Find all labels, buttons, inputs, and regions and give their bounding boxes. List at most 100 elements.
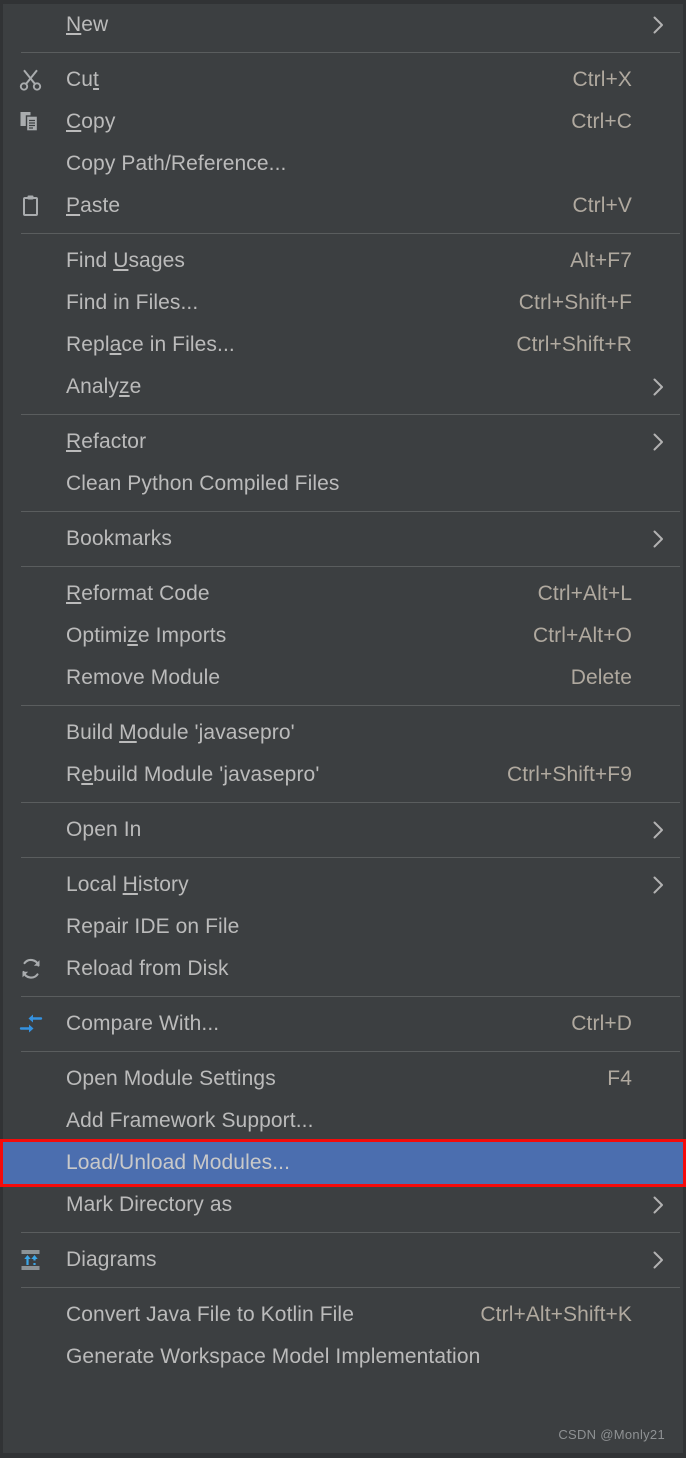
menu-item-clean-python-compiled-files[interactable]: Clean Python Compiled Files bbox=[3, 463, 683, 505]
menu-item-label: Remove Module bbox=[66, 666, 221, 689]
menu-item-open-module-settings[interactable]: Open Module Settings F4 bbox=[3, 1058, 683, 1100]
menu-item-refactor[interactable]: Refactor bbox=[3, 421, 683, 463]
icon-placeholder bbox=[18, 906, 66, 948]
reload-icon bbox=[18, 948, 66, 990]
menu-separator bbox=[21, 52, 680, 53]
icon-placeholder bbox=[18, 240, 66, 282]
menu-separator bbox=[21, 705, 680, 706]
menu-item-copy[interactable]: Copy Ctrl+C bbox=[3, 101, 683, 143]
menu-item-convert-java-file-to-kotlin-file[interactable]: Convert Java File to Kotlin File Ctrl+Alt… bbox=[3, 1294, 683, 1336]
diagrams-icon bbox=[18, 1239, 66, 1281]
icon-placeholder bbox=[18, 615, 66, 657]
menu-separator bbox=[21, 802, 680, 803]
icon-placeholder bbox=[18, 4, 66, 46]
menu-item-find-usages[interactable]: Find Usages Alt+F7 bbox=[3, 240, 683, 282]
chevron-placeholder bbox=[650, 67, 666, 93]
chevron-placeholder bbox=[650, 1066, 666, 1092]
menu-item-copy-path-reference[interactable]: Copy Path/Reference... bbox=[3, 143, 683, 185]
menu-item-generate-workspace-model-implementation[interactable]: Generate Workspace Model Implementation bbox=[3, 1336, 683, 1378]
menu-item-compare-with[interactable]: Compare With... Ctrl+D bbox=[3, 1003, 683, 1045]
chevron-right-icon bbox=[650, 374, 666, 400]
menu-item-open-in[interactable]: Open In bbox=[3, 809, 683, 851]
menu-item-mark-directory-as[interactable]: Mark Directory as bbox=[3, 1184, 683, 1226]
chevron-right-icon bbox=[650, 429, 666, 455]
menu-item-label: Find Usages bbox=[66, 249, 185, 272]
chevron-placeholder bbox=[650, 956, 666, 982]
menu-item-shortcut: Ctrl+Shift+F bbox=[518, 291, 632, 314]
menu-item-label: Reformat Code bbox=[66, 582, 210, 605]
scissors-icon bbox=[18, 59, 66, 101]
menu-item-remove-module[interactable]: Remove Module Delete bbox=[3, 657, 683, 699]
menu-item-label: Compare With... bbox=[66, 1012, 220, 1035]
menu-item-paste[interactable]: Paste Ctrl+V bbox=[3, 185, 683, 227]
menu-item-label: Build Module 'javasepro' bbox=[66, 721, 295, 744]
menu-separator bbox=[21, 233, 680, 234]
chevron-placeholder bbox=[650, 623, 666, 649]
menu-item-shortcut: Ctrl+C bbox=[571, 110, 632, 133]
icon-placeholder bbox=[18, 421, 66, 463]
chevron-placeholder bbox=[650, 193, 666, 219]
menu-item-label: Clean Python Compiled Files bbox=[66, 472, 340, 495]
icon-placeholder bbox=[18, 463, 66, 505]
chevron-placeholder bbox=[650, 914, 666, 940]
menu-item-diagrams[interactable]: Diagrams bbox=[3, 1239, 683, 1281]
menu-item-optimize-imports[interactable]: Optimize Imports Ctrl+Alt+O bbox=[3, 615, 683, 657]
menu-item-reformat-code[interactable]: Reformat Code Ctrl+Alt+L bbox=[3, 573, 683, 615]
menu-item-shortcut: Ctrl+Shift+F9 bbox=[506, 763, 632, 786]
menu-item-label: Copy bbox=[66, 110, 116, 133]
icon-placeholder bbox=[18, 809, 66, 851]
menu-item-label: Refactor bbox=[66, 430, 147, 453]
menu-item-shortcut: Delete bbox=[570, 666, 632, 689]
menu-separator bbox=[21, 414, 680, 415]
chevron-placeholder bbox=[650, 109, 666, 135]
chevron-placeholder bbox=[650, 151, 666, 177]
menu-item-local-history[interactable]: Local History bbox=[3, 864, 683, 906]
menu-item-find-in-files[interactable]: Find in Files... Ctrl+Shift+F bbox=[3, 282, 683, 324]
menu-item-load-unload-modules[interactable]: Load/Unload Modules... bbox=[0, 1139, 686, 1187]
chevron-placeholder bbox=[650, 581, 666, 607]
icon-placeholder bbox=[18, 1336, 66, 1378]
menu-item-shortcut: Ctrl+Alt+Shift+K bbox=[480, 1303, 632, 1326]
menu-item-label: Mark Directory as bbox=[66, 1193, 233, 1216]
chevron-right-icon bbox=[650, 526, 666, 552]
menu-item-new[interactable]: New bbox=[3, 4, 683, 46]
menu-item-analyze[interactable]: Analyze bbox=[3, 366, 683, 408]
chevron-placeholder bbox=[650, 762, 666, 788]
menu-item-label: Replace in Files... bbox=[66, 333, 235, 356]
chevron-placeholder bbox=[650, 665, 666, 691]
menu-item-label: Reload from Disk bbox=[66, 957, 229, 980]
menu-item-label: Load/Unload Modules... bbox=[66, 1151, 291, 1174]
icon-placeholder bbox=[18, 712, 66, 754]
menu-item-label: Copy Path/Reference... bbox=[66, 152, 287, 175]
context-menu: New Cut Ctrl+X Copy Ctrl+C Copy Path/Referenc… bbox=[0, 0, 686, 1458]
icon-placeholder bbox=[18, 573, 66, 615]
menu-item-cut[interactable]: Cut Ctrl+X bbox=[3, 59, 683, 101]
menu-item-label: Optimize Imports bbox=[66, 624, 227, 647]
menu-item-label: Open Module Settings bbox=[66, 1067, 276, 1090]
icon-placeholder bbox=[18, 366, 66, 408]
chevron-placeholder bbox=[650, 1150, 666, 1176]
chevron-placeholder bbox=[650, 1011, 666, 1037]
menu-item-bookmarks[interactable]: Bookmarks bbox=[3, 518, 683, 560]
menu-separator bbox=[21, 566, 680, 567]
chevron-right-icon bbox=[650, 1192, 666, 1218]
icon-placeholder bbox=[18, 864, 66, 906]
menu-item-build-module-javasepro[interactable]: Build Module 'javasepro' bbox=[3, 712, 683, 754]
menu-separator bbox=[21, 1051, 680, 1052]
menu-item-reload-from-disk[interactable]: Reload from Disk bbox=[3, 948, 683, 990]
menu-separator bbox=[21, 511, 680, 512]
menu-item-add-framework-support[interactable]: Add Framework Support... bbox=[3, 1100, 683, 1142]
context-menu-list: New Cut Ctrl+X Copy Ctrl+C Copy Path/Referenc… bbox=[0, 4, 686, 1378]
copy-icon bbox=[18, 101, 66, 143]
menu-item-shortcut: F4 bbox=[607, 1067, 632, 1090]
menu-item-label: Bookmarks bbox=[66, 527, 172, 550]
icon-placeholder bbox=[18, 518, 66, 560]
menu-separator bbox=[21, 857, 680, 858]
menu-item-repair-ide-on-file[interactable]: Repair IDE on File bbox=[3, 906, 683, 948]
menu-item-label: Generate Workspace Model Implementation bbox=[66, 1345, 481, 1368]
menu-item-replace-in-files[interactable]: Replace in Files... Ctrl+Shift+R bbox=[3, 324, 683, 366]
menu-item-rebuild-module-javasepro[interactable]: Rebuild Module 'javasepro' Ctrl+Shift+F9 bbox=[3, 754, 683, 796]
menu-item-label: Repair IDE on File bbox=[66, 915, 240, 938]
clipboard-icon bbox=[18, 185, 66, 227]
menu-item-label: Rebuild Module 'javasepro' bbox=[66, 763, 320, 786]
